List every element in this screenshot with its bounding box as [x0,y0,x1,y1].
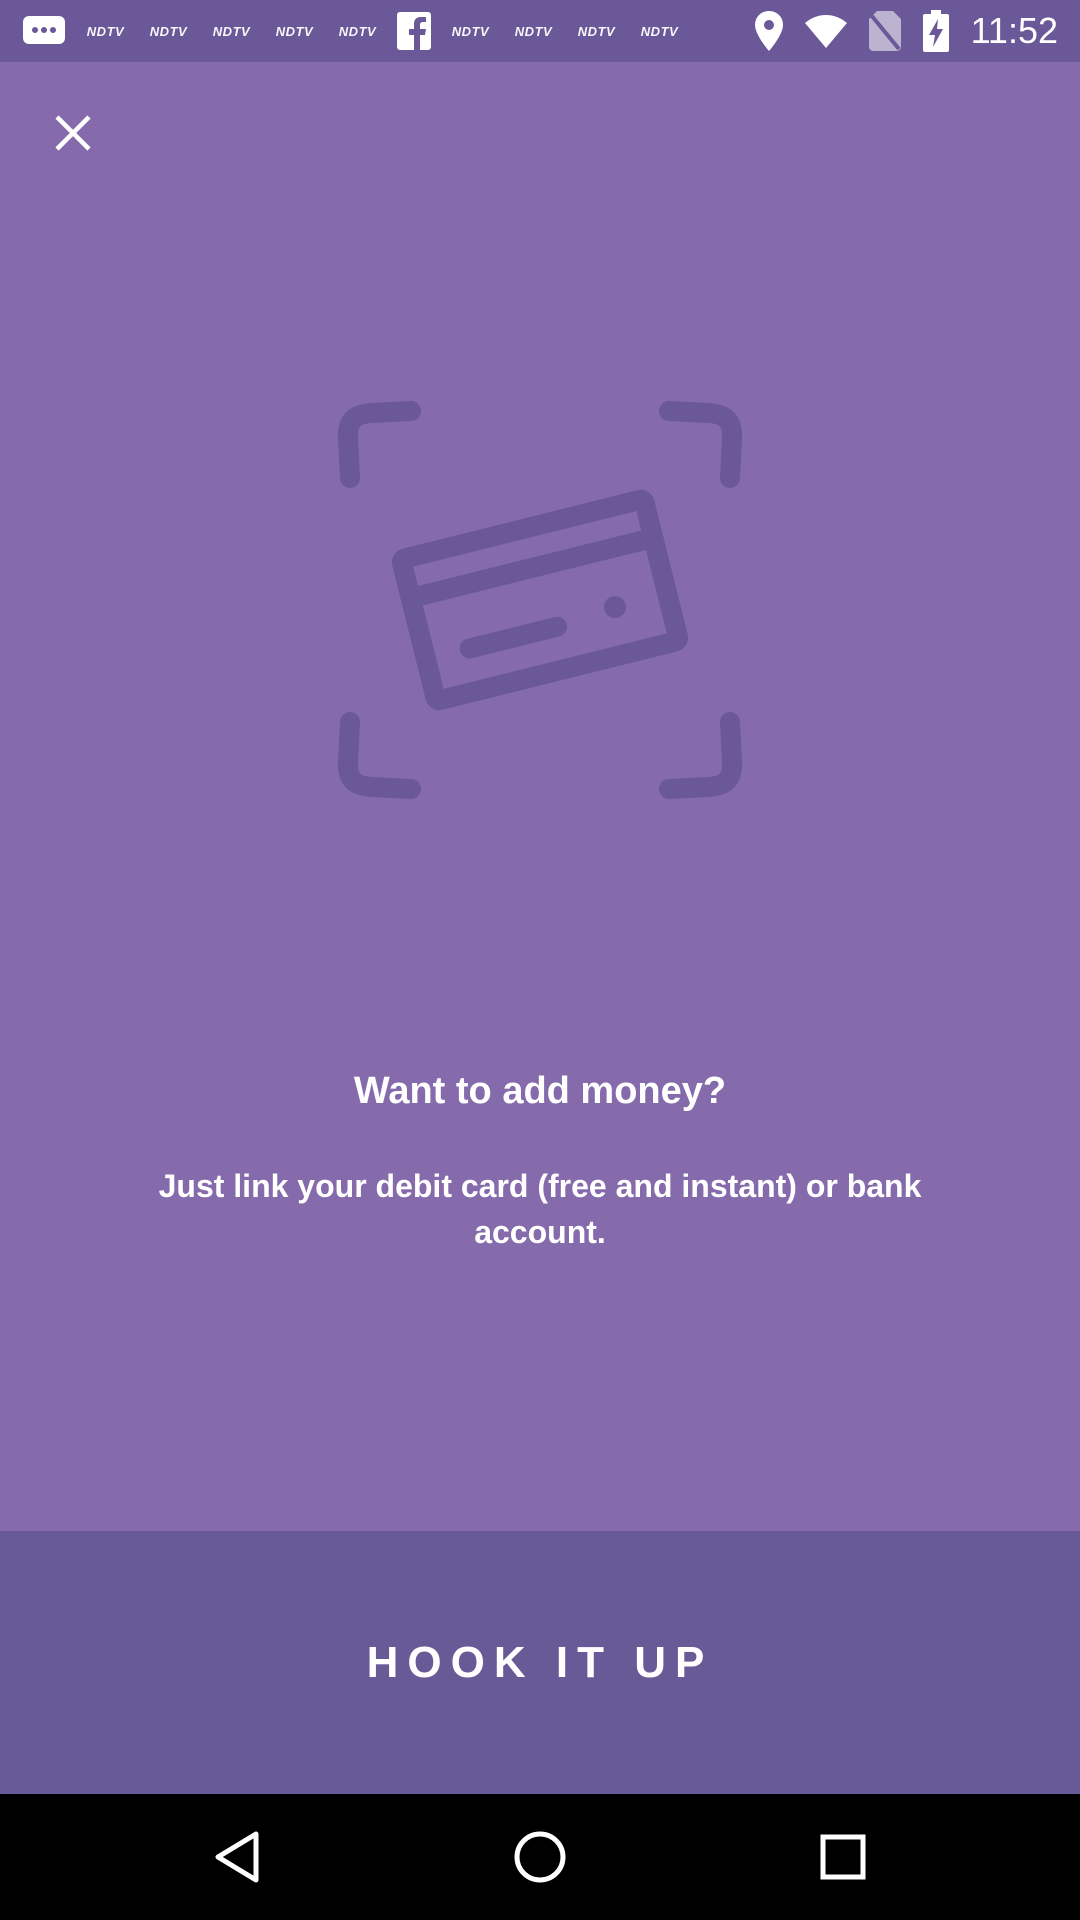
no-sim-icon [868,11,901,51]
close-icon [55,115,91,151]
ndtv-icon: NDTV [338,23,377,39]
hook-it-up-label: HOOK IT UP [366,1637,714,1687]
facebook-icon [397,12,431,50]
back-icon [215,1831,259,1883]
headline: Want to add money? [353,1070,727,1112]
hook-it-up-button[interactable]: HOOK IT UP [0,1531,1080,1794]
system-tray: 11:52 [754,0,1058,62]
recents-button[interactable] [803,1817,883,1897]
ndtv-icon: NDTV [451,23,490,39]
description-text: Just link your debit card (free and inst… [158,1168,922,1250]
messages-icon [22,15,66,47]
status-bar: NDTV NDTV NDTV NDTV NDTV NDTV NDTV NDTV … [0,0,1080,62]
home-icon [514,1831,566,1883]
card-scan-illustration [335,395,745,805]
ndtv-icon: NDTV [86,23,125,39]
ndtv-icon: NDTV [514,23,553,39]
ndtv-icon: NDTV [275,23,314,39]
card-scan-icon [337,401,743,799]
wifi-icon [804,14,847,48]
notification-area: NDTV NDTV NDTV NDTV NDTV NDTV NDTV NDTV … [22,0,683,62]
navigation-bar [0,1794,1080,1920]
battery-charging-icon [922,10,949,52]
ndtv-icon: NDTV [149,23,188,39]
location-icon [754,11,783,51]
home-button[interactable] [500,1817,580,1897]
recents-icon [820,1834,866,1880]
ndtv-icon: NDTV [212,23,251,39]
back-button[interactable] [197,1817,277,1897]
clock: 11:52 [970,10,1058,51]
ndtv-icon: NDTV [577,23,616,39]
ndtv-icon: NDTV [640,23,679,39]
close-button[interactable] [40,100,106,166]
